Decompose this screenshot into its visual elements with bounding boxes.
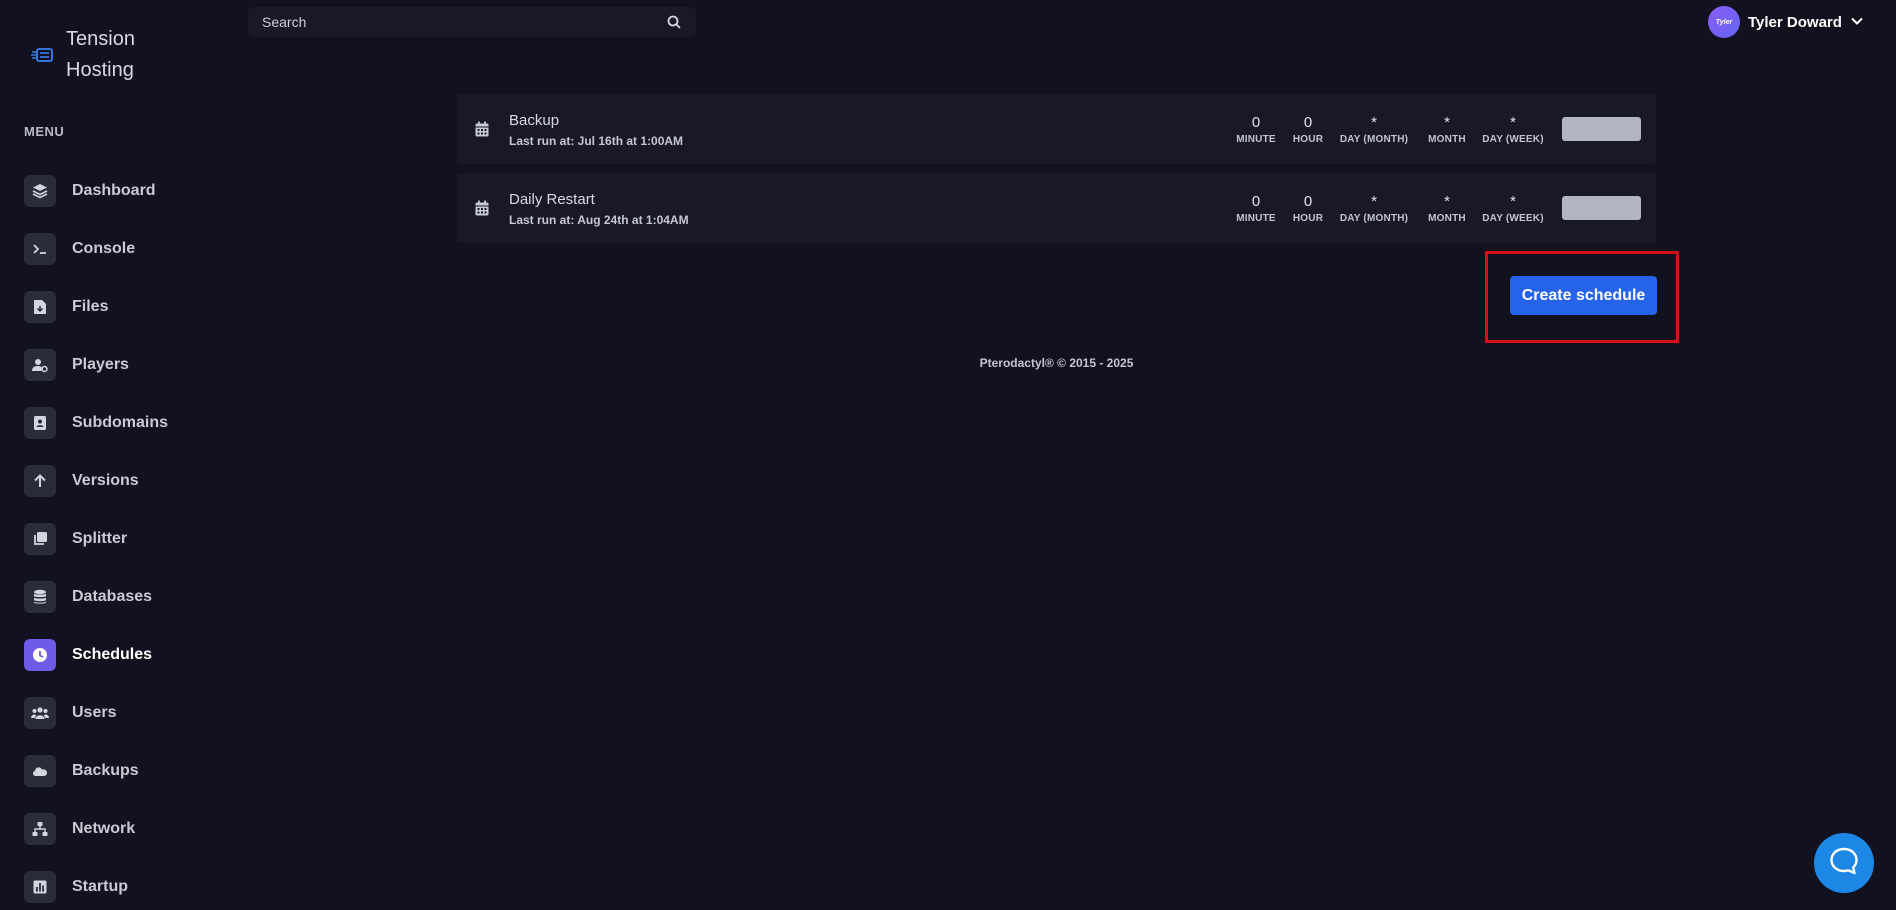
schedule-name: Backup [509,112,560,129]
sidebar-item-label: Dashboard [72,182,156,199]
cron-hour-label: HOUR [1292,213,1324,224]
chevron-down-icon [1850,13,1864,31]
cron-hour: 0 HOUR [1288,193,1328,224]
search-icon[interactable] [666,14,682,30]
cron-hour-value: 0 [1303,193,1313,210]
cron-day-month: * DAY (MONTH) [1334,114,1414,145]
sidebar-item-databases[interactable]: Databases [24,568,224,626]
sidebar-item-label: Backups [72,762,139,779]
avatar: Tyler [1708,6,1740,38]
schedule-last-run: Last run at: Jul 16th at 1:00AM [509,134,684,148]
sidebar-item-startup[interactable]: Startup [24,858,224,910]
chat-button[interactable] [1814,833,1874,893]
app-root: Tension Hosting MENU Dashboard Console F… [0,0,1896,910]
cron-month: * MONTH [1422,114,1472,145]
sidebar-item-files[interactable]: Files [24,278,224,336]
schedule-row-backup[interactable]: Backup Last run at: Jul 16th at 1:00AM 0… [457,94,1656,164]
sidebar-item-versions[interactable]: Versions [24,452,224,510]
search-input[interactable] [262,14,666,30]
sidebar-item-label: Console [72,240,136,257]
cron-day-week-label: DAY (WEEK) [1482,213,1544,224]
cron-month: * MONTH [1422,193,1472,224]
network-icon [24,813,56,845]
cron-day-month-value: * [1371,193,1377,210]
cron-month-value: * [1444,193,1450,210]
sidebar-item-label: Splitter [72,530,128,547]
sidebar-item-label: Network [72,820,136,837]
cron-day-week-value: * [1510,193,1516,210]
database-icon [24,581,56,613]
sidebar-item-console[interactable]: Console [24,220,224,278]
brand-line-2: Hosting [66,59,134,81]
status-badge [1562,117,1641,141]
calendar-icon [475,200,489,216]
terminal-icon [24,233,56,265]
sidebar-item-label: Startup [72,878,128,895]
footer-copyright: Pterodactyl® © 2015 - 2025 [979,356,1134,370]
cron-minute-value: 0 [1251,114,1261,131]
brand-line-1: Tension [66,28,135,50]
cron-day-week-value: * [1510,114,1516,131]
sidebar-item-label: Users [72,704,117,721]
server-logo-icon [30,43,54,67]
brand[interactable]: Tension Hosting [30,24,135,86]
cron-minute-label: MINUTE [1236,134,1276,145]
create-schedule-button[interactable]: Create schedule [1510,276,1657,315]
sidebar-item-label: Files [72,298,109,315]
sidebar-item-label: Versions [72,472,139,489]
cloud-icon [24,755,56,787]
cron-month-value: * [1444,114,1450,131]
sidebar-item-users[interactable]: Users [24,684,224,742]
sidebar-item-subdomains[interactable]: Subdomains [24,394,224,452]
cron-day-week: * DAY (WEEK) [1473,114,1553,145]
calendar-icon [475,121,489,137]
schedule-last-run: Last run at: Aug 24th at 1:04AM [509,213,689,227]
cron-minute-value: 0 [1251,193,1261,210]
search-bar [248,7,696,37]
user-menu[interactable]: Tyler Tyler Doward [1708,6,1864,38]
status-badge [1562,196,1641,220]
schedule-row-daily-restart[interactable]: Daily Restart Last run at: Aug 24th at 1… [457,173,1656,243]
chart-icon [24,871,56,903]
copy-icon [24,523,56,555]
clock-icon [24,639,56,671]
sidebar-nav: Dashboard Console Files Players Subdomai… [24,162,224,910]
cron-month-label: MONTH [1428,134,1466,145]
cron-day-week-label: DAY (WEEK) [1482,134,1544,145]
brand-name: Tension Hosting [66,24,135,86]
users-icon [24,697,56,729]
cron-minute: 0 MINUTE [1234,193,1278,224]
cron-hour-value: 0 [1303,114,1313,131]
sidebar-item-schedules[interactable]: Schedules [24,626,224,684]
menu-label: MENU [24,124,65,139]
schedule-name: Daily Restart [509,191,595,208]
layers-icon [24,175,56,207]
sidebar-item-label: Subdomains [72,414,169,431]
arrow-up-icon [24,465,56,497]
cron-day-month-value: * [1371,114,1377,131]
sidebar: Tension Hosting MENU Dashboard Console F… [0,0,230,910]
cron-hour: 0 HOUR [1288,114,1328,145]
sidebar-item-network[interactable]: Network [24,800,224,858]
cron-minute-label: MINUTE [1236,213,1276,224]
cron-day-month-label: DAY (MONTH) [1339,213,1409,224]
cron-day-week: * DAY (WEEK) [1473,193,1553,224]
sidebar-item-dashboard[interactable]: Dashboard [24,162,224,220]
cron-day-month: * DAY (MONTH) [1334,193,1414,224]
sidebar-item-label: Databases [72,588,153,605]
address-book-icon [24,407,56,439]
chat-bubble-icon [1829,846,1859,881]
cron-day-month-label: DAY (MONTH) [1339,134,1409,145]
cron-month-label: MONTH [1428,213,1466,224]
file-download-icon [24,291,56,323]
sidebar-item-splitter[interactable]: Splitter [24,510,224,568]
cron-minute: 0 MINUTE [1234,114,1278,145]
cron-hour-label: HOUR [1292,134,1324,145]
user-name: Tyler Doward [1748,13,1842,31]
sidebar-item-label: Schedules [72,646,153,663]
sidebar-item-backups[interactable]: Backups [24,742,224,800]
